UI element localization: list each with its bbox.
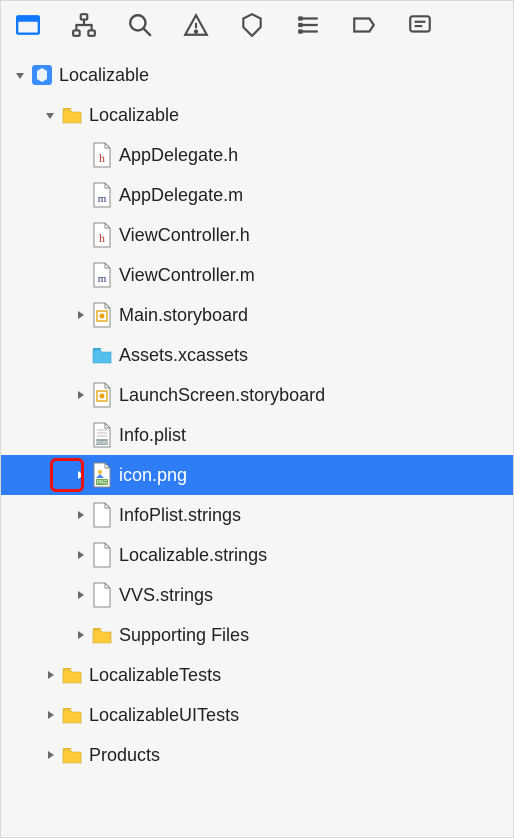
tree-row[interactable]: m ViewController.m — [1, 255, 513, 295]
disclosure-closed-icon[interactable] — [43, 708, 57, 722]
folder-icon — [61, 702, 83, 728]
source-control-icon[interactable] — [69, 10, 99, 40]
plist-icon: PLIST — [91, 422, 113, 448]
disclosure-open-icon[interactable] — [43, 108, 57, 122]
disclosure-none — [73, 188, 87, 202]
tree-row[interactable]: Localizable.strings — [1, 535, 513, 575]
disclosure-none — [73, 148, 87, 162]
tree-row[interactable]: LaunchScreen.storyboard — [1, 375, 513, 415]
disclosure-none — [73, 428, 87, 442]
svg-text:PLIST: PLIST — [96, 440, 109, 445]
strings-icon — [91, 502, 113, 528]
tree-item-label: Assets.xcassets — [119, 345, 248, 366]
tree-item-label: Products — [89, 745, 160, 766]
tree-item-label: AppDelegate.m — [119, 185, 243, 206]
tree-item-label: Supporting Files — [119, 625, 249, 646]
tree-item-label: Localizable — [59, 65, 149, 86]
storyboard-icon — [91, 382, 113, 408]
tests-icon[interactable] — [237, 10, 267, 40]
tree-row[interactable]: LocalizableUITests — [1, 695, 513, 735]
png-icon: PNG — [91, 462, 113, 488]
folder-icon — [91, 622, 113, 648]
strings-icon — [91, 582, 113, 608]
tree-row[interactable]: Supporting Files — [1, 615, 513, 655]
disclosure-none — [73, 348, 87, 362]
disclosure-closed-icon[interactable] — [73, 388, 87, 402]
tree-row[interactable]: Localizable — [1, 95, 513, 135]
disclosure-closed-icon[interactable] — [43, 668, 57, 682]
project-icon — [31, 62, 53, 88]
tree-row[interactable]: VVS.strings — [1, 575, 513, 615]
breakpoints-icon[interactable] — [349, 10, 379, 40]
svg-text:h: h — [99, 231, 105, 245]
tree-row[interactable]: PNG icon.png — [1, 455, 513, 495]
svg-text:PNG: PNG — [97, 480, 108, 486]
svg-text:m: m — [98, 273, 107, 285]
disclosure-closed-icon[interactable] — [73, 548, 87, 562]
svg-text:h: h — [99, 151, 105, 165]
m-icon: m — [91, 262, 113, 288]
tree-item-label: LaunchScreen.storyboard — [119, 385, 325, 406]
folder-icon — [61, 662, 83, 688]
tree-item-label: VVS.strings — [119, 585, 213, 606]
tree-row[interactable]: Localizable — [1, 55, 513, 95]
tree-item-label: ViewController.m — [119, 265, 255, 286]
h-icon: h — [91, 222, 113, 248]
strings-icon — [91, 542, 113, 568]
issues-icon[interactable] — [181, 10, 211, 40]
tree-item-label: LocalizableUITests — [89, 705, 239, 726]
disclosure-none — [73, 268, 87, 282]
disclosure-closed-icon[interactable] — [43, 748, 57, 762]
navigator-toolbar — [1, 1, 513, 49]
tree-item-label: ViewController.h — [119, 225, 250, 246]
search-icon[interactable] — [125, 10, 155, 40]
tree-item-label: Info.plist — [119, 425, 186, 446]
tree-row[interactable]: PLIST Info.plist — [1, 415, 513, 455]
tree-item-label: InfoPlist.strings — [119, 505, 241, 526]
disclosure-closed-icon[interactable] — [73, 628, 87, 642]
disclosure-none — [73, 228, 87, 242]
tree-item-label: LocalizableTests — [89, 665, 221, 686]
h-icon: h — [91, 142, 113, 168]
disclosure-open-icon[interactable] — [13, 68, 27, 82]
file-navigator-icon[interactable] — [13, 10, 43, 40]
tree-item-label: icon.png — [119, 465, 187, 486]
tree-row[interactable]: Products — [1, 735, 513, 775]
folder-icon — [61, 742, 83, 768]
project-tree: Localizable Localizable h AppDelegate.h m App… — [1, 49, 513, 775]
tree-row[interactable]: m AppDelegate.m — [1, 175, 513, 215]
folder-icon — [61, 102, 83, 128]
navigator-panel: Localizable Localizable h AppDelegate.h m App… — [0, 0, 514, 838]
debug-icon[interactable] — [293, 10, 323, 40]
tree-row[interactable]: LocalizableTests — [1, 655, 513, 695]
tree-row[interactable]: h ViewController.h — [1, 215, 513, 255]
tree-row[interactable]: h AppDelegate.h — [1, 135, 513, 175]
tree-item-label: Localizable — [89, 105, 179, 126]
tree-row[interactable]: Main.storyboard — [1, 295, 513, 335]
tree-item-label: AppDelegate.h — [119, 145, 238, 166]
disclosure-closed-icon[interactable] — [73, 508, 87, 522]
m-icon: m — [91, 182, 113, 208]
tree-row[interactable]: InfoPlist.strings — [1, 495, 513, 535]
tree-row[interactable]: Assets.xcassets — [1, 335, 513, 375]
storyboard-icon — [91, 302, 113, 328]
reports-icon[interactable] — [405, 10, 435, 40]
svg-text:m: m — [98, 193, 107, 205]
disclosure-closed-icon[interactable] — [73, 468, 87, 482]
disclosure-closed-icon[interactable] — [73, 308, 87, 322]
tree-item-label: Localizable.strings — [119, 545, 267, 566]
assets-icon — [91, 342, 113, 368]
disclosure-closed-icon[interactable] — [73, 588, 87, 602]
tree-item-label: Main.storyboard — [119, 305, 248, 326]
